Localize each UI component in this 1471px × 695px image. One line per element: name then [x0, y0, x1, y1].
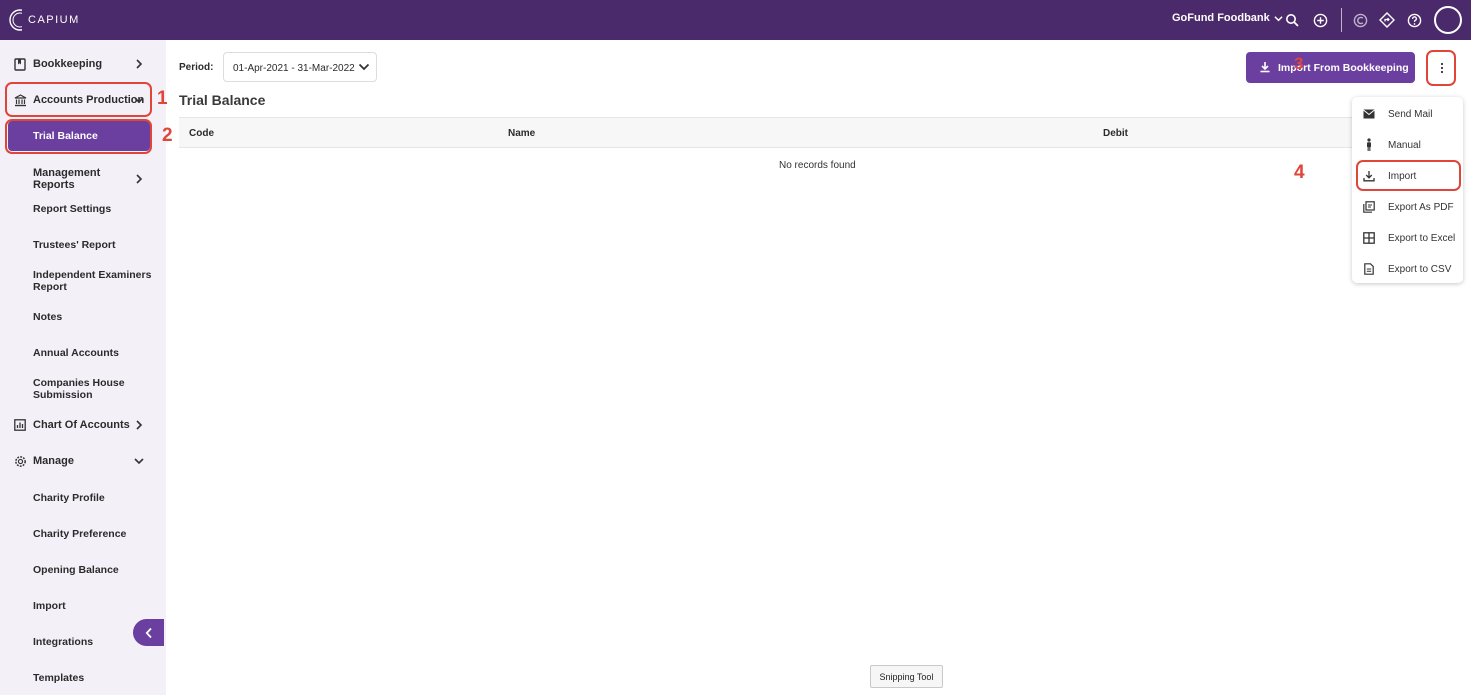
chart-icon — [13, 418, 27, 432]
period-label: Period: — [179, 62, 214, 73]
chevron-down-icon — [358, 63, 370, 71]
book-icon — [13, 57, 27, 71]
column-header-code[interactable]: Code — [189, 128, 214, 139]
empty-table-message: No records found — [779, 160, 856, 171]
download-icon — [1362, 169, 1375, 182]
menu-item-export-pdf[interactable]: Export As PDF — [1352, 193, 1463, 221]
annotation-number-2: 2 — [162, 125, 173, 146]
sidebar-subitem-label: Trial Balance — [33, 130, 98, 142]
sidebar-subitem-notes[interactable]: Notes — [33, 311, 153, 323]
directions-icon[interactable] — [1377, 10, 1397, 30]
chevron-right-icon — [134, 420, 144, 430]
sidebar-subitem-charity-preference[interactable]: Charity Preference — [33, 528, 153, 540]
sidebar-item-label: Accounts Production — [33, 94, 145, 106]
organisation-name: GoFund Foodbank — [1172, 12, 1270, 24]
page-title: Trial Balance — [179, 92, 266, 108]
menu-item-label: Send Mail — [1388, 109, 1433, 120]
menu-item-export-csv[interactable]: Export to CSV — [1352, 255, 1463, 283]
help-icon[interactable] — [1404, 10, 1424, 30]
column-header-name[interactable]: Name — [508, 128, 535, 139]
menu-item-label: Import — [1388, 171, 1417, 182]
sidebar-item-manage[interactable]: Manage — [0, 447, 166, 475]
sidebar-item-label: Chart Of Accounts — [33, 419, 130, 431]
period-select[interactable]: 01-Apr-2021 - 31-Mar-2022 — [223, 52, 377, 82]
chevron-right-icon — [134, 59, 144, 69]
toolbar-divider — [1341, 8, 1342, 32]
sidebar-subitem-companies-house-submission[interactable]: Companies House Submission — [33, 377, 133, 401]
chevron-left-icon — [145, 627, 152, 638]
collapse-sidebar-button[interactable] — [133, 619, 164, 646]
menu-item-label: Export to Excel — [1388, 233, 1456, 244]
file-icon — [1362, 262, 1375, 275]
table-header: Code Name Debit — [179, 117, 1389, 148]
menu-item-label: Export As PDF — [1388, 202, 1454, 213]
period-value: 01-Apr-2021 - 31-Mar-2022 — [233, 63, 355, 74]
top-bar: CAPIUM GoFund Foodbank — [0, 0, 1471, 40]
menu-item-manual[interactable]: Manual — [1352, 131, 1463, 159]
sidebar-subitem-report-settings[interactable]: Report Settings — [33, 203, 153, 215]
sidebar-subitem-independent-examiners-report[interactable]: Independent Examiners Report — [33, 269, 153, 293]
pdf-icon — [1362, 200, 1375, 213]
sidebar-subitem-import[interactable]: Import — [33, 600, 153, 612]
sidebar-subitem-trial-balance[interactable]: Trial Balance — [8, 121, 150, 151]
annotation-number-4: 4 — [1294, 162, 1305, 183]
capium-switch-icon[interactable] — [1350, 10, 1370, 30]
chevron-down-icon — [134, 456, 144, 466]
import-from-bookkeeping-button[interactable]: Import From Bookkeeping — [1246, 52, 1415, 83]
more-options-menu: Send Mail Manual Import Export As PDF Ex… — [1352, 97, 1463, 283]
sidebar-item-label: Bookkeeping — [33, 58, 103, 70]
organisation-switcher[interactable]: GoFund Foodbank — [1172, 12, 1283, 24]
annotation-number-3: 3 — [1294, 54, 1304, 73]
sidebar-subitem-management-reports[interactable]: Management Reports — [0, 160, 166, 198]
menu-item-send-mail[interactable]: Send Mail — [1352, 100, 1463, 128]
sidebar-subitem-templates[interactable]: Templates — [33, 672, 153, 684]
person-icon — [1362, 138, 1375, 151]
sidebar-subitem-opening-balance[interactable]: Opening Balance — [33, 564, 153, 576]
snipping-tool-tooltip: Snipping Tool — [870, 665, 943, 688]
annotation-number-1: 1 — [157, 88, 168, 109]
sidebar: Bookkeeping Accounts Production Trial Ba… — [0, 40, 166, 695]
add-circle-icon[interactable] — [1310, 10, 1330, 30]
menu-item-label: Manual — [1388, 140, 1421, 151]
sidebar-subitem-trustees-report[interactable]: Trustees' Report — [33, 239, 153, 251]
sidebar-subitem-label: Management Reports — [33, 167, 101, 191]
sidebar-subitem-annual-accounts[interactable]: Annual Accounts — [33, 347, 153, 359]
bank-icon — [13, 93, 27, 107]
menu-item-label: Export to CSV — [1388, 264, 1452, 275]
capium-logo[interactable]: CAPIUM — [8, 8, 80, 32]
menu-item-export-excel[interactable]: Export to Excel — [1352, 224, 1463, 252]
grid-icon — [1362, 231, 1375, 244]
user-avatar[interactable] — [1434, 6, 1462, 34]
search-icon[interactable] — [1282, 10, 1302, 30]
chevron-down-icon — [134, 95, 144, 105]
sidebar-item-bookkeeping[interactable]: Bookkeeping — [0, 50, 166, 78]
mail-icon — [1362, 107, 1375, 120]
gear-icon — [13, 454, 27, 468]
logo-text: CAPIUM — [28, 14, 80, 26]
sidebar-item-accounts-production[interactable]: Accounts Production — [0, 86, 166, 114]
more-options-button[interactable] — [1428, 52, 1455, 84]
menu-item-import[interactable]: Import — [1352, 162, 1463, 190]
sidebar-subitem-charity-profile[interactable]: Charity Profile — [33, 492, 153, 504]
sidebar-item-label: Manage — [33, 455, 74, 467]
chevron-right-icon — [134, 174, 144, 184]
sidebar-item-chart-of-accounts[interactable]: Chart Of Accounts — [0, 411, 166, 439]
more-vertical-icon — [1440, 62, 1443, 74]
download-icon — [1260, 62, 1270, 73]
column-header-debit[interactable]: Debit — [1103, 128, 1128, 139]
